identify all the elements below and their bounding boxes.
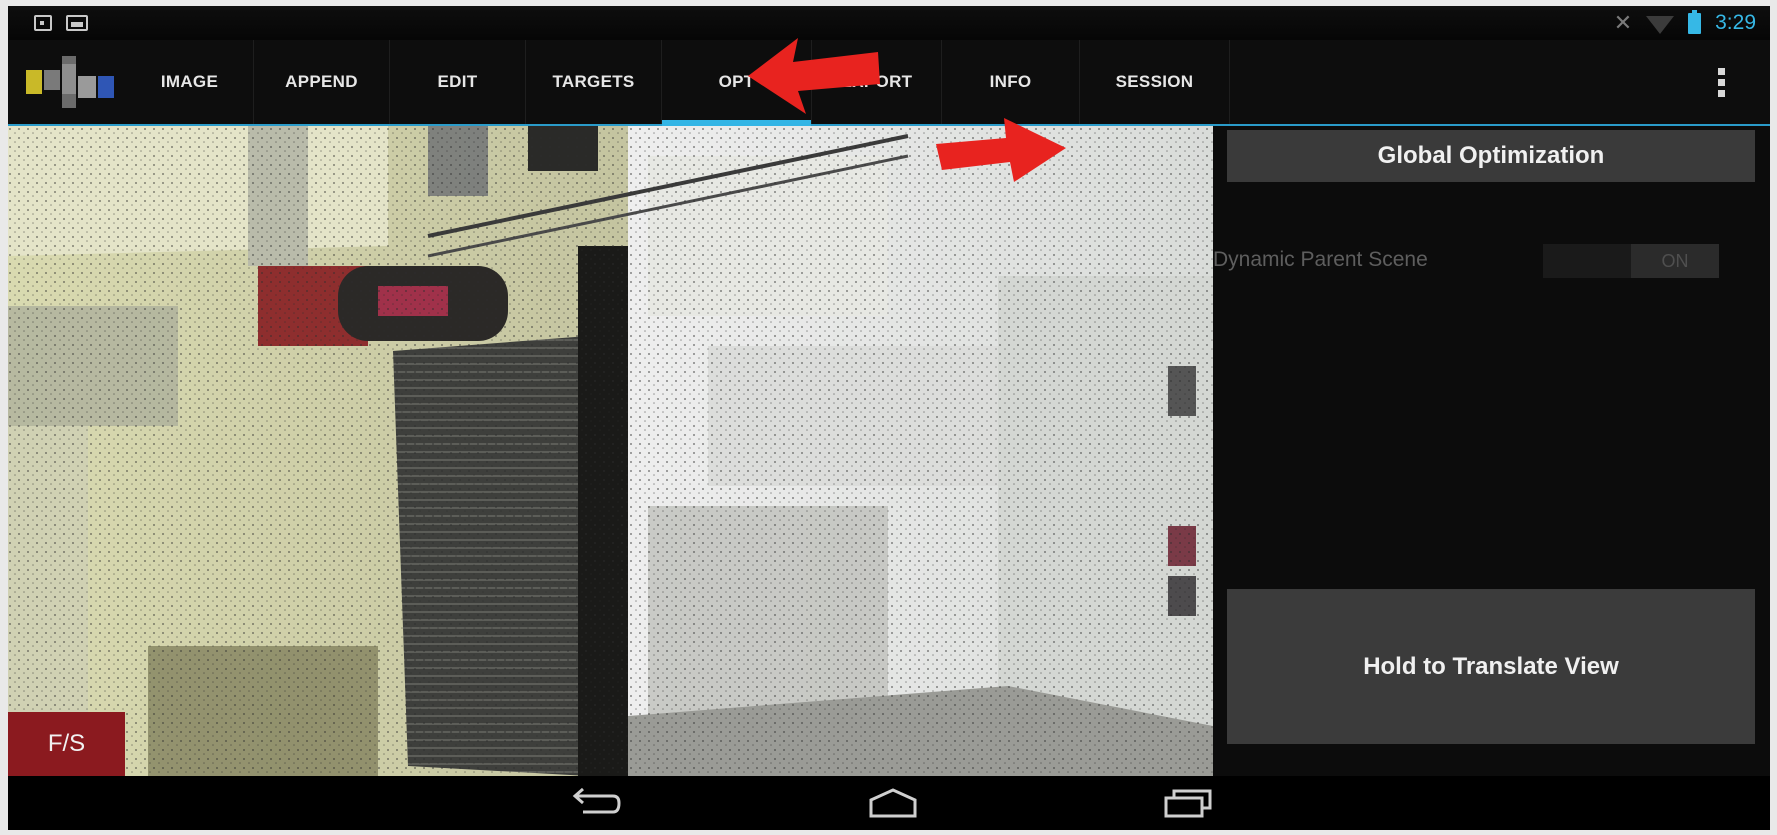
app-logo[interactable]: [26, 56, 118, 108]
tab-session[interactable]: SESSION: [1080, 40, 1230, 124]
point-cloud-render: [8, 126, 1213, 776]
navigation-bar: [8, 776, 1770, 830]
side-panel: Global Optimization Dynamic Parent Scene…: [1213, 126, 1770, 776]
wifi-icon: [1646, 16, 1675, 34]
back-icon[interactable]: [563, 786, 623, 820]
global-optimization-button[interactable]: Global Optimization: [1227, 130, 1755, 182]
hold-to-translate-button[interactable]: Hold to Translate View: [1227, 589, 1755, 744]
status-icons: ✕ 3:29: [1613, 9, 1756, 36]
tab-append[interactable]: APPEND: [254, 40, 390, 124]
fullscreen-button[interactable]: F/S: [8, 712, 125, 776]
tab-label: OPT: [718, 72, 755, 91]
toggle-state: ON: [1631, 244, 1719, 278]
tab-label: APPEND: [285, 72, 358, 91]
overflow-menu-icon[interactable]: [1718, 68, 1726, 98]
tab-bar: IMAGE APPEND EDIT TARGETS OPT EXPORT INF…: [126, 40, 1230, 126]
tab-edit[interactable]: EDIT: [390, 40, 526, 124]
status-bar: ✕ 3:29: [8, 6, 1770, 40]
tab-label: SESSION: [1115, 72, 1194, 91]
notification-off-icon: ✕: [1613, 10, 1633, 35]
device-screen: ✕ 3:29 IMAGE APPEND EDIT TARGETS OPT EXP…: [8, 6, 1770, 830]
tab-label: TARGETS: [552, 72, 635, 91]
tab-label: IMAGE: [160, 72, 219, 91]
tab-opt[interactable]: OPT: [662, 40, 812, 126]
home-icon[interactable]: [863, 786, 923, 820]
tab-targets[interactable]: TARGETS: [526, 40, 662, 124]
tab-label: EXPORT: [840, 72, 913, 91]
recent-apps-icon[interactable]: [1158, 786, 1218, 820]
point-cloud-viewport[interactable]: F/S: [8, 126, 1213, 776]
dynamic-parent-scene-toggle[interactable]: ON: [1543, 244, 1719, 278]
action-bar: IMAGE APPEND EDIT TARGETS OPT EXPORT INF…: [8, 40, 1770, 126]
dynamic-parent-scene-label: Dynamic Parent Scene: [1213, 248, 1428, 271]
tab-info[interactable]: INFO: [942, 40, 1080, 124]
battery-icon: [1688, 9, 1702, 34]
tab-label: EDIT: [437, 72, 478, 91]
tab-label: INFO: [989, 72, 1032, 91]
screenshot-icon: [34, 15, 52, 31]
tab-export[interactable]: EXPORT: [812, 40, 942, 124]
tab-image[interactable]: IMAGE: [126, 40, 254, 124]
status-time: 3:29: [1715, 11, 1756, 34]
gallery-icon: [66, 15, 88, 31]
